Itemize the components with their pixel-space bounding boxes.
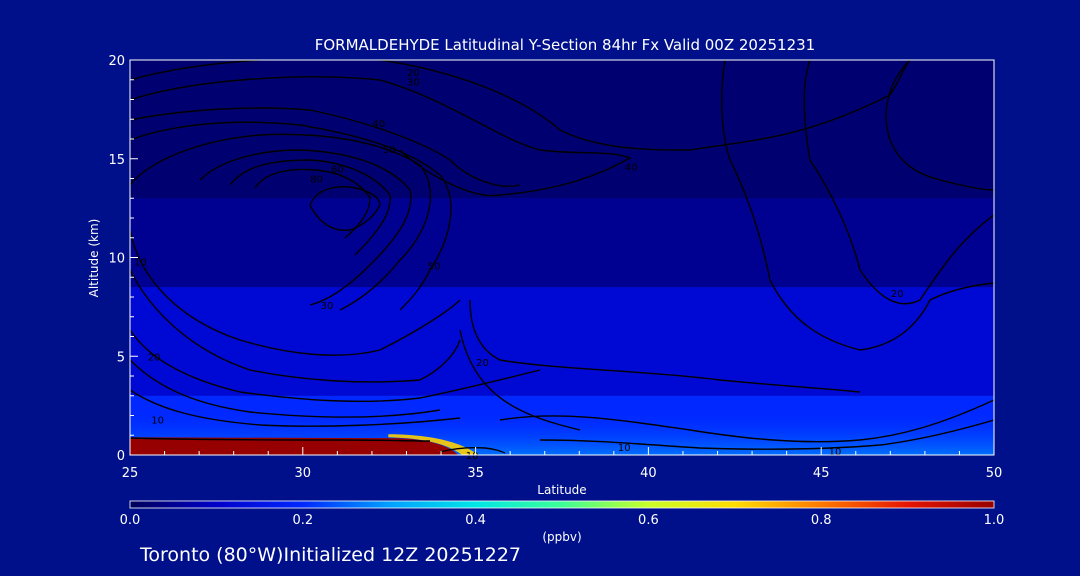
contour-label: 50 (428, 261, 441, 272)
contour-label: 20 (891, 289, 904, 300)
contour-label: 10 (618, 443, 631, 454)
contour-label: 40 (625, 163, 638, 174)
x-tick-label: 25 (122, 466, 139, 481)
colorbar-gradient (130, 501, 994, 508)
x-axis-label: Latitude (537, 483, 586, 497)
colorbar-tick-label: 1.0 (984, 513, 1005, 528)
colorbar-tick-label: 0.6 (638, 513, 659, 528)
colorbar-tick-label: 0.0 (120, 513, 141, 528)
colorbar-ticks: 0.0 0.2 0.4 0.6 0.8 1.0 (120, 513, 1005, 528)
contour-label: 30 (407, 78, 420, 89)
x-tick-label: 40 (640, 466, 657, 481)
contour-label: 30 (321, 301, 334, 312)
contour-label: 60 (331, 165, 344, 176)
contour-label: 10 (829, 447, 842, 458)
colorbar-tick-label: 0.4 (465, 513, 486, 528)
colorbar: 0.0 0.2 0.4 0.6 0.8 1.0 (ppbv) (120, 500, 1005, 544)
colorbar-label: (ppbv) (542, 530, 581, 544)
footer-text: Toronto (80°W)Initialized 12Z 20251227 (139, 544, 521, 566)
field-layer-band (130, 60, 994, 199)
y-tick-label: 0 (117, 449, 125, 464)
contour-label: 40 (372, 119, 385, 130)
y-tick-label: 20 (108, 54, 125, 69)
contour-label: 10 (466, 451, 479, 462)
colorbar-tick-label: 0.2 (292, 513, 313, 528)
x-tick-label: 50 (986, 466, 1003, 481)
y-axis-label: Altitude (km) (87, 219, 101, 298)
x-tick-label: 35 (467, 466, 484, 481)
chart-title: FORMALDEHYDE Latitudinal Y-Section 84hr … (315, 36, 815, 54)
x-tick-label: 30 (295, 466, 312, 481)
field-layer-band (130, 198, 994, 288)
y-tick-label: 5 (117, 350, 125, 365)
contour-label: 80 (310, 175, 323, 186)
contour-label: 50 (383, 145, 396, 156)
plot-area: 203040506080405010302020101010 1020 (129, 59, 995, 462)
chart-canvas: 203040506080405010302020101010 1020 25 30 3… (87, 36, 1005, 566)
contour-label: 20 (148, 352, 161, 363)
contour-label: 10 (151, 415, 164, 426)
x-tick-label: 45 (813, 466, 830, 481)
y-tick-label: 10 (108, 252, 125, 267)
colorbar-tick-label: 0.8 (811, 513, 832, 528)
field-layer-band (130, 287, 994, 396)
concentration-field (130, 60, 994, 455)
contour-label: 10 (134, 257, 147, 268)
y-tick-label: 15 (108, 153, 125, 168)
contour-label: 20 (476, 358, 489, 369)
